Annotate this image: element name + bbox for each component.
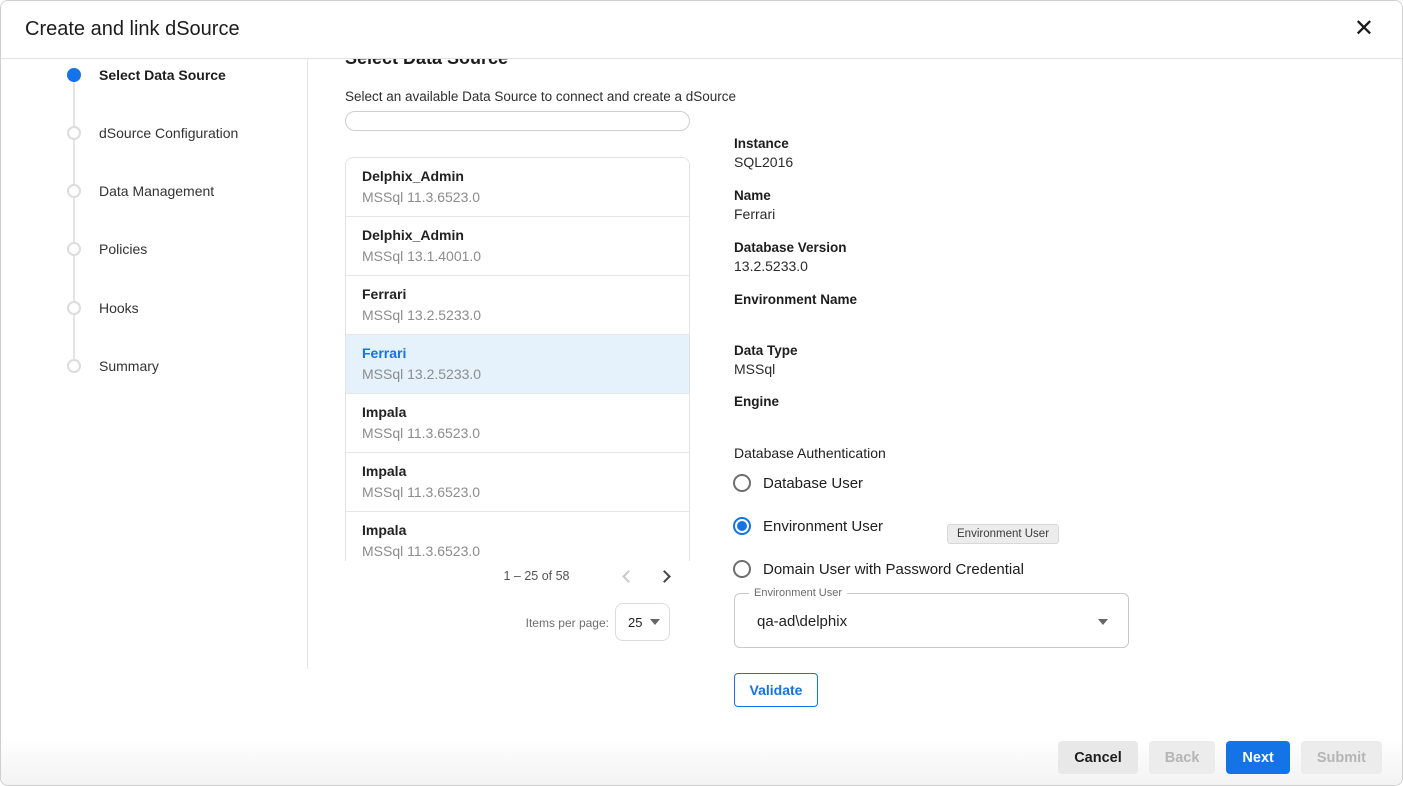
radio-label: Environment User	[763, 518, 883, 535]
source-version: MSSql 11.3.6523.0	[362, 188, 689, 207]
field-label: Instance	[734, 135, 793, 153]
chevron-right-icon	[658, 570, 671, 583]
stepper-item-data-management[interactable]: Data Management	[61, 181, 214, 201]
cancel-button[interactable]: Cancel	[1058, 741, 1138, 774]
list-item[interactable]: Delphix_Admin MSSql 13.1.4001.0	[346, 217, 689, 276]
data-source-list: Delphix_Admin MSSql 11.3.6523.0 Delphix_…	[345, 157, 690, 561]
source-name: Impala	[362, 462, 689, 481]
stepper-dot-icon	[67, 359, 81, 373]
list-item[interactable]: Impala MSSql 11.3.6523.0	[346, 394, 689, 453]
detail-field-database-version: Database Version 13.2.5233.0	[734, 239, 847, 275]
pagination-next-button[interactable]	[651, 563, 677, 589]
list-item-selected[interactable]: Ferrari MSSql 13.2.5233.0	[346, 335, 689, 394]
section-heading: Select Data Source	[345, 59, 508, 69]
stepper-item-summary[interactable]: Summary	[61, 356, 159, 376]
source-name: Impala	[362, 521, 689, 540]
radio-label: Domain User with Password Credential	[763, 561, 1024, 578]
database-authentication-label: Database Authentication	[734, 445, 886, 461]
stepper-label: Policies	[99, 241, 147, 257]
items-per-page-select[interactable]: 25	[615, 603, 670, 641]
dialog-header: Create and link dSource ✕	[1, 1, 1402, 59]
list-item[interactable]: Impala MSSql 11.3.6523.0	[346, 453, 689, 512]
stepper-label: Data Management	[99, 183, 214, 199]
dialog-title: Create and link dSource	[25, 18, 240, 41]
items-per-page-value: 25	[628, 615, 642, 630]
submit-button[interactable]: Submit	[1301, 741, 1382, 774]
stepper-label: dSource Configuration	[99, 125, 238, 141]
radio-icon	[733, 474, 751, 492]
search-input[interactable]	[345, 111, 690, 131]
stepper-dot-icon	[67, 184, 81, 198]
stepper-dot-icon	[67, 242, 81, 256]
source-version: MSSql 11.3.6523.0	[362, 542, 689, 561]
environment-user-select-value: qa-ad\delphix	[757, 613, 847, 630]
source-version: MSSql 11.3.6523.0	[362, 424, 689, 443]
section-subtitle: Select an available Data Source to conne…	[345, 89, 736, 104]
stepper-item-dsource-configuration[interactable]: dSource Configuration	[61, 123, 238, 143]
field-value: SQL2016	[734, 153, 793, 171]
stepper-dot-icon	[67, 68, 81, 82]
validate-button[interactable]: Validate	[734, 673, 818, 707]
source-version: MSSql 13.1.4001.0	[362, 247, 689, 266]
environment-user-select-label: Environment User	[749, 587, 847, 599]
stepper-label: Summary	[99, 358, 159, 374]
sidebar-divider	[307, 59, 308, 669]
caret-down-icon	[1098, 619, 1108, 625]
field-label: Environment Name	[734, 291, 857, 309]
source-name: Ferrari	[362, 285, 689, 304]
source-version: MSSql 13.2.5233.0	[362, 306, 689, 325]
source-name: Impala	[362, 403, 689, 422]
field-value: MSSql	[734, 360, 798, 378]
source-name: Delphix_Admin	[362, 167, 689, 186]
source-name: Delphix_Admin	[362, 226, 689, 245]
stepper-dot-icon	[67, 301, 81, 315]
footer-actions: Cancel Back Next Submit	[1058, 741, 1382, 774]
caret-down-icon	[650, 619, 660, 625]
radio-domain-user[interactable]: Domain User with Password Credential	[733, 559, 1024, 579]
list-item[interactable]: Impala MSSql 11.3.6523.0	[346, 512, 689, 561]
list-item[interactable]: Delphix_Admin MSSql 11.3.6523.0	[346, 158, 689, 217]
chevron-left-icon	[622, 570, 635, 583]
stepper-dot-icon	[67, 126, 81, 140]
field-label: Engine	[734, 393, 779, 411]
radio-label: Database User	[763, 475, 863, 492]
pagination-range: 1 – 25 of 58	[469, 569, 604, 583]
source-name: Ferrari	[362, 344, 689, 363]
stepper-item-select-data-source[interactable]: Select Data Source	[61, 65, 226, 85]
items-per-page-label: Items per page:	[461, 616, 609, 630]
back-button[interactable]: Back	[1149, 741, 1216, 774]
next-button[interactable]: Next	[1226, 741, 1289, 774]
detail-field-name: Name Ferrari	[734, 187, 775, 223]
detail-field-data-type: Data Type MSSql	[734, 342, 798, 378]
stepper-label: Select Data Source	[99, 67, 226, 83]
field-label: Data Type	[734, 342, 798, 360]
create-dsource-dialog: Create and link dSource ✕ Select Data So…	[0, 0, 1403, 786]
detail-field-engine: Engine	[734, 393, 779, 411]
radio-environment-user[interactable]: Environment User	[733, 516, 883, 536]
field-label: Database Version	[734, 239, 847, 257]
pagination-prev-button[interactable]	[615, 563, 641, 589]
detail-field-environment-name: Environment Name	[734, 291, 857, 309]
stepper-label: Hooks	[99, 300, 139, 316]
detail-field-instance: Instance SQL2016	[734, 135, 793, 171]
radio-database-user[interactable]: Database User	[733, 473, 863, 493]
radio-icon	[733, 560, 751, 578]
stepper-item-policies[interactable]: Policies	[61, 239, 147, 259]
stepper-item-hooks[interactable]: Hooks	[61, 298, 139, 318]
field-value: Ferrari	[734, 205, 775, 223]
field-value: 13.2.5233.0	[734, 257, 847, 275]
field-label: Name	[734, 187, 775, 205]
environment-user-select[interactable]: Environment User qa-ad\delphix	[734, 593, 1129, 648]
radio-selected-icon	[733, 517, 751, 535]
close-icon[interactable]: ✕	[1354, 15, 1374, 43]
environment-user-tooltip: Environment User	[947, 524, 1059, 544]
source-version: MSSql 13.2.5233.0	[362, 365, 689, 384]
list-item[interactable]: Ferrari MSSql 13.2.5233.0	[346, 276, 689, 335]
source-version: MSSql 11.3.6523.0	[362, 483, 689, 502]
dialog-body: Select Data Source dSource Configuration…	[1, 59, 1402, 785]
stepper-connector	[73, 75, 75, 366]
